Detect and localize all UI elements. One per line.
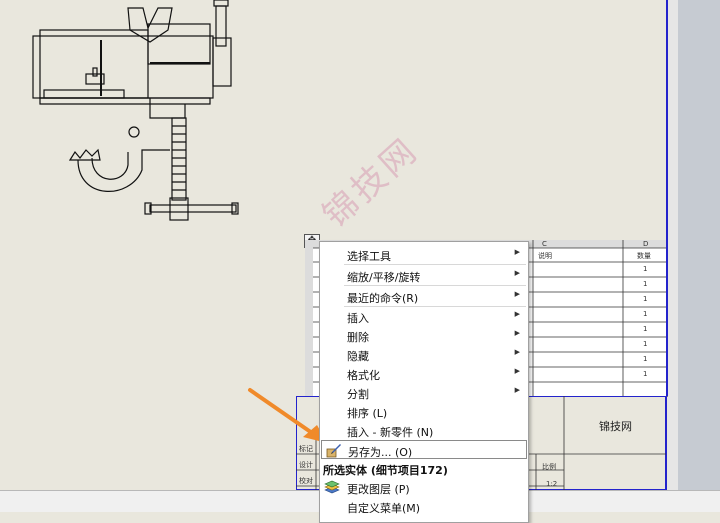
menu-item-insert-new-part[interactable]: 插入 - 新零件 (N) [320,421,528,440]
bom-qty-cell: 1 [643,355,648,363]
layers-icon [324,480,340,494]
menu-separator [344,264,526,265]
submenu-arrow-icon: ▶ [514,386,520,394]
save-as-icon [326,444,341,458]
menu-item-label: 自定义菜单(M) [347,502,421,515]
menu-item-label: 隐藏 [347,350,369,363]
annotation-arrow [248,388,327,443]
menu-section-label: 所选实体 (细节项目172) [323,464,448,477]
menu-item-label: 最近的命令(R) [347,292,419,305]
bom-col-letter-c: C [542,240,547,248]
bom-qty-cell: 1 [643,340,648,348]
scroll-gutter[interactable] [668,0,678,490]
right-task-pane[interactable] [678,0,720,490]
bom-qty-cell: 1 [643,280,648,288]
menu-item-label: 插入 [347,312,369,325]
bom-qty-cell: 1 [643,370,648,378]
menu-item-label: 缩放/平移/旋转 [347,271,421,284]
menu-item-save-as[interactable]: 另存为... (O) [321,440,527,459]
title-block-label: 设计 [299,461,313,469]
menu-item-select-tools[interactable]: 选择工具 ▶ [320,245,528,264]
menu-item-recent-commands[interactable]: 最近的命令(R) ▶ [320,287,528,306]
menu-item-label: 删除 [347,331,369,344]
menu-item-sort[interactable]: 排序 (L) [320,402,528,421]
vise-drawing [32,0,239,221]
menu-item-customize-menu[interactable]: 自定义菜单(M) [320,497,528,516]
menu-item-split[interactable]: 分割 ▶ [320,383,528,402]
bom-col-letter-d: D [643,240,649,248]
bom-qty-cell: 1 [643,265,648,273]
title-block-label: 标记 [299,445,313,453]
submenu-arrow-icon: ▶ [514,290,520,298]
menu-item-label: 分割 [347,388,369,401]
menu-item-label: 更改图层 (P) [347,483,410,496]
menu-section-selected-entity: 所选实体 (细节项目172) [320,459,528,478]
bom-header-description: 说明 [538,252,552,260]
bom-qty-cell: 1 [643,325,648,333]
submenu-arrow-icon: ▶ [514,367,520,375]
menu-item-label: 另存为... (O) [348,446,413,459]
submenu-arrow-icon: ▶ [514,310,520,318]
bom-qty-cell: 1 [643,295,648,303]
menu-item-zoom-pan-rotate[interactable]: 缩放/平移/旋转 ▶ [320,266,528,285]
menu-item-label: 插入 - 新零件 (N) [347,426,434,439]
menu-item-delete[interactable]: 删除 ▶ [320,326,528,345]
menu-item-formatting[interactable]: 格式化 ▶ [320,364,528,383]
menu-item-label: 格式化 [347,369,380,382]
bom-qty-cell: 1 [643,310,648,318]
context-menu[interactable]: 选择工具 ▶ 缩放/平移/旋转 ▶ 最近的命令(R) ▶ 插入 ▶ 删除 ▶ 隐… [319,241,529,523]
submenu-arrow-icon: ▶ [514,248,520,256]
submenu-arrow-icon: ▶ [514,329,520,337]
menu-item-label: 选择工具 [347,250,391,263]
title-block-company: 锦技网 [599,420,632,433]
menu-item-hide[interactable]: 隐藏 ▶ [320,345,528,364]
menu-item-label: 排序 (L) [347,407,388,420]
title-block-scale: 1:2 [546,480,558,488]
watermark: 锦技网 [315,129,427,236]
submenu-arrow-icon: ▶ [514,348,520,356]
bom-header-quantity: 数量 [637,252,651,260]
submenu-arrow-icon: ▶ [514,269,520,277]
title-block-label: 比例 [542,463,556,471]
title-block-label: 校对 [299,477,313,485]
menu-separator [344,285,526,286]
menu-item-change-layer[interactable]: 更改图层 (P) [320,478,528,497]
menu-item-insert[interactable]: 插入 ▶ [320,307,528,326]
